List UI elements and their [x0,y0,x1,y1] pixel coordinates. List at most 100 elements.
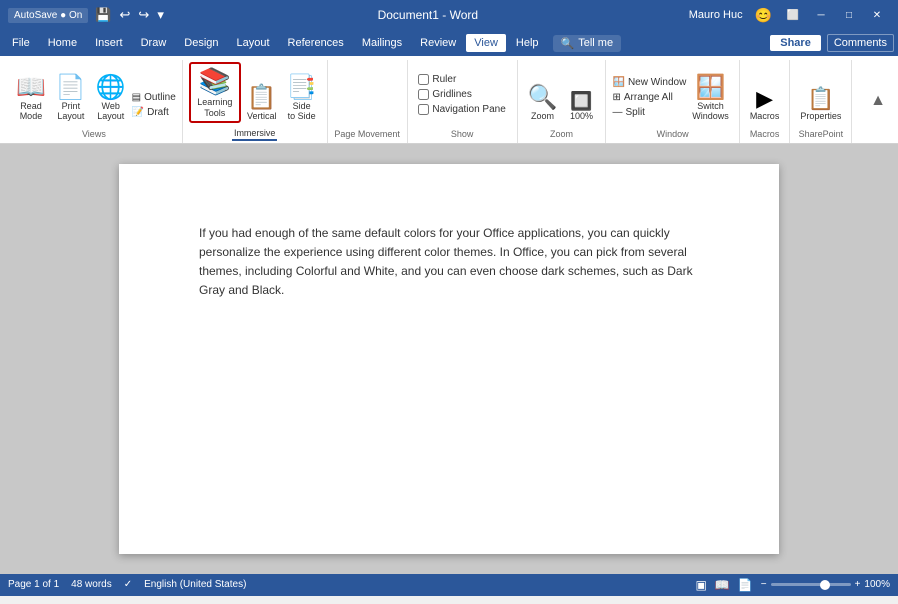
show-group-label: Show [451,127,474,141]
document-page[interactable]: If you had enough of the same default co… [119,164,779,554]
new-window-icon: 🪟 [612,77,624,88]
print-layout-icon: 📄 [56,76,86,100]
menu-file[interactable]: File [4,34,38,52]
gridlines-checkbox[interactable]: Gridlines [418,88,471,101]
document-area: If you had enough of the same default co… [0,144,898,574]
status-bar: Page 1 of 1 48 words ✓ English (United S… [0,574,898,596]
ruler-label: Ruler [432,74,456,85]
gridlines-checkbox-input[interactable] [418,89,429,100]
document-title: Document1 - Word [378,8,478,22]
macros-button[interactable]: ▶ Macros [746,86,784,123]
sharepoint-group-label: SharePoint [799,127,844,141]
title-bar-right: Mauro Huc 😊 ⬜ ─ □ ✕ [689,6,890,24]
window-controls: ⬜ ─ □ ✕ [780,6,890,24]
language-indicator[interactable]: English (United States) [144,579,246,590]
title-bar-left: AutoSave ● On 💾 ↩ ↪ ▾ [8,6,167,24]
properties-icon: 📋 [807,88,834,110]
properties-button[interactable]: 📋 Properties [796,86,845,123]
proofing-icon[interactable]: ✓ [124,579,132,590]
title-bar: AutoSave ● On 💾 ↩ ↪ ▾ Document1 - Word M… [0,0,898,30]
outline-button[interactable]: ▤ Outline [132,91,176,104]
macros-label: Macros [750,111,780,121]
tell-me-search[interactable]: 🔍 Tell me [553,35,622,52]
zoom-percent-button[interactable]: 🔲 100% [563,90,599,123]
ribbon-scroll[interactable]: ▲ [864,60,892,143]
ribbon-scroll-arrow[interactable]: ▲ [868,92,888,110]
zoom-buttons: 🔍 Zoom 🔲 100% [524,62,600,127]
print-layout-button[interactable]: 📄 PrintLayout [52,74,90,123]
arrange-all-button[interactable]: ⊞ Arrange All [612,91,686,104]
zoom-button[interactable]: 🔍 Zoom [524,84,562,123]
window-buttons: 🪟 New Window ⊞ Arrange All — Split 🪟 Swi… [612,62,732,127]
save-button[interactable]: 💾 [92,6,114,24]
feedback-icon[interactable]: 😊 [755,7,772,24]
menu-draw[interactable]: Draw [133,34,175,52]
menu-review[interactable]: Review [412,34,464,52]
zoom-track[interactable] [771,583,851,586]
zoom-thumb[interactable] [820,580,830,590]
ribbon-group-page-movement: Page Movement [328,60,408,143]
minimize-button[interactable]: ─ [808,6,834,24]
split-button[interactable]: — Split [612,106,686,119]
properties-label: Properties [800,111,841,121]
read-mode-status-icon[interactable]: 📖 [715,578,730,592]
zoom-slider[interactable]: − + 100% [761,579,890,590]
redo-button[interactable]: ↪ [135,6,152,24]
menu-references[interactable]: References [280,34,352,52]
menu-design[interactable]: Design [176,34,226,52]
menu-home[interactable]: Home [40,34,85,52]
read-mode-icon: 📖 [16,76,46,100]
zoom-label: Zoom [531,111,554,121]
side-to-side-button[interactable]: 📑 Sideto Side [283,74,321,123]
comments-button[interactable]: Comments [827,34,894,52]
menu-view[interactable]: View [466,34,506,52]
menu-help[interactable]: Help [508,34,547,52]
window-group-label: Window [657,127,689,141]
word-count[interactable]: 48 words [71,579,112,590]
zoom-plus-button[interactable]: + [855,579,861,590]
draft-button[interactable]: 📝 Draft [132,106,176,119]
draft-icon: 📝 [132,107,144,118]
new-window-button[interactable]: 🪟 New Window [612,76,686,89]
undo-button[interactable]: ↩ [117,6,134,24]
navigation-pane-checkbox[interactable]: Navigation Pane [418,103,505,116]
menu-bar: File Home Insert Draw Design Layout Refe… [0,30,898,56]
outline-label: Outline [144,92,176,103]
switch-windows-icon: 🪟 [696,76,726,100]
focus-mode-icon[interactable]: ▣ [695,578,706,592]
outline-icon: ▤ [132,92,141,103]
status-right: ▣ 📖 📄 − + 100% [695,578,890,592]
immersive-buttons: 📚 LearningTools 📋 Vertical 📑 Sideto Side [189,62,321,127]
maximize-button[interactable]: □ [836,6,862,24]
page-info[interactable]: Page 1 of 1 [8,579,59,590]
layout-mode-icon[interactable]: 📄 [738,578,753,592]
menu-layout[interactable]: Layout [229,34,278,52]
ribbon-group-views: 📖 ReadMode 📄 PrintLayout 🌐 WebLayout ▤ O… [6,60,183,143]
ribbon-display-icon[interactable]: ⬜ [780,6,806,24]
menu-mailings[interactable]: Mailings [354,34,410,52]
ruler-checkbox[interactable]: Ruler [418,73,456,86]
zoom-percent-icon: 🔲 [570,92,592,110]
new-window-label: New Window [628,77,686,88]
customize-button[interactable]: ▾ [154,6,167,24]
window-small-buttons: 🪟 New Window ⊞ Arrange All — Split [612,76,686,123]
macros-buttons: ▶ Macros [746,62,784,127]
share-button[interactable]: Share [770,35,821,51]
close-button[interactable]: ✕ [864,6,890,24]
ruler-checkbox-input[interactable] [418,74,429,85]
read-mode-label: ReadMode [20,101,43,121]
print-layout-label: PrintLayout [57,101,84,121]
zoom-minus-button[interactable]: − [761,579,767,590]
autosave-indicator[interactable]: AutoSave ● On [8,8,88,23]
undo-redo-group: 💾 ↩ ↪ ▾ [92,6,167,24]
vertical-button[interactable]: 📋 Vertical [243,84,281,123]
learning-tools-button[interactable]: 📚 LearningTools [189,62,241,123]
switch-windows-label: SwitchWindows [692,101,729,121]
read-mode-button[interactable]: 📖 ReadMode [12,74,50,123]
web-layout-button[interactable]: 🌐 WebLayout [92,74,130,123]
menu-insert[interactable]: Insert [87,34,131,52]
side-to-side-label: Sideto Side [288,101,316,121]
navigation-pane-checkbox-input[interactable] [418,104,429,115]
switch-windows-button[interactable]: 🪟 SwitchWindows [688,74,733,123]
zoom-percent-status[interactable]: 100% [864,579,890,590]
